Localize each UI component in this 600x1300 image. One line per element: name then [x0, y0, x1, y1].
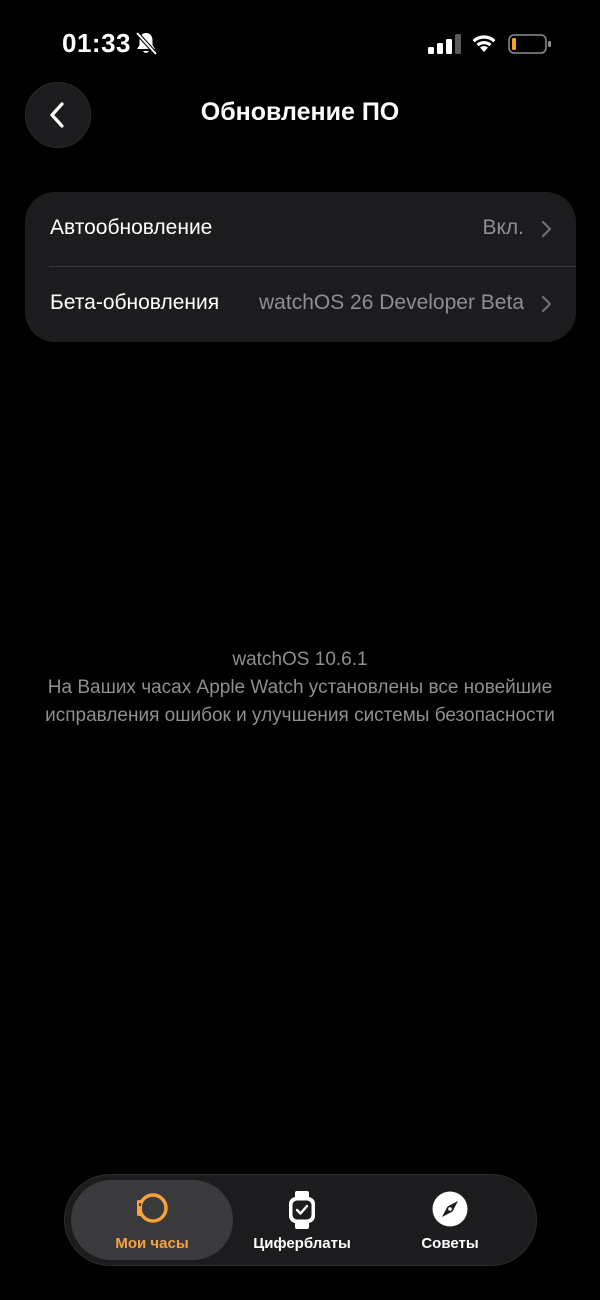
bell-slash-icon [135, 31, 158, 56]
settings-group: Автообновление Вкл. Бета-обновления watc… [25, 192, 576, 342]
tab-watch-faces[interactable]: Циферблаты [237, 1180, 367, 1260]
beta-updates-label: Бета-обновления [50, 291, 220, 314]
tab-tips-label: Советы [421, 1235, 479, 1252]
beta-updates-value: watchOS 26 Developer Beta [259, 291, 524, 314]
tab-tips[interactable]: Советы [385, 1180, 515, 1260]
status-bar: 01:33 [0, 0, 600, 90]
beta-updates-row[interactable]: Бета-обновления watchOS 26 Developer Bet… [25, 267, 576, 342]
watch-face-icon [289, 1191, 315, 1229]
update-status-info: watchOS 10.6.1 На Ваших часах Apple Watc… [0, 646, 600, 730]
compass-icon [432, 1191, 468, 1227]
tab-bar: Мои часы Циферблаты Советы [64, 1174, 537, 1266]
tab-my-watch-label: Мои часы [115, 1235, 189, 1252]
status-time: 01:33 [62, 28, 131, 58]
tab-watch-faces-label: Циферблаты [253, 1235, 351, 1252]
watchos-version: watchOS 10.6.1 [232, 649, 368, 670]
chevron-left-icon [50, 102, 64, 128]
cellular-signal-icon [428, 34, 461, 54]
auto-update-value: Вкл. [482, 216, 524, 239]
battery-low-icon [508, 34, 551, 54]
auto-update-label: Автообновление [50, 216, 213, 239]
watch-icon [137, 1193, 168, 1223]
chevron-right-icon [541, 295, 552, 313]
wifi-icon [472, 35, 496, 52]
back-button[interactable] [25, 82, 91, 148]
tab-my-watch[interactable]: Мои часы [71, 1180, 233, 1260]
chevron-right-icon [541, 220, 552, 238]
page-title: Обновление ПО [200, 98, 400, 126]
auto-update-row[interactable]: Автообновление Вкл. [25, 192, 576, 267]
update-status-description: На Ваших часах Apple Watch установлены в… [45, 677, 555, 726]
